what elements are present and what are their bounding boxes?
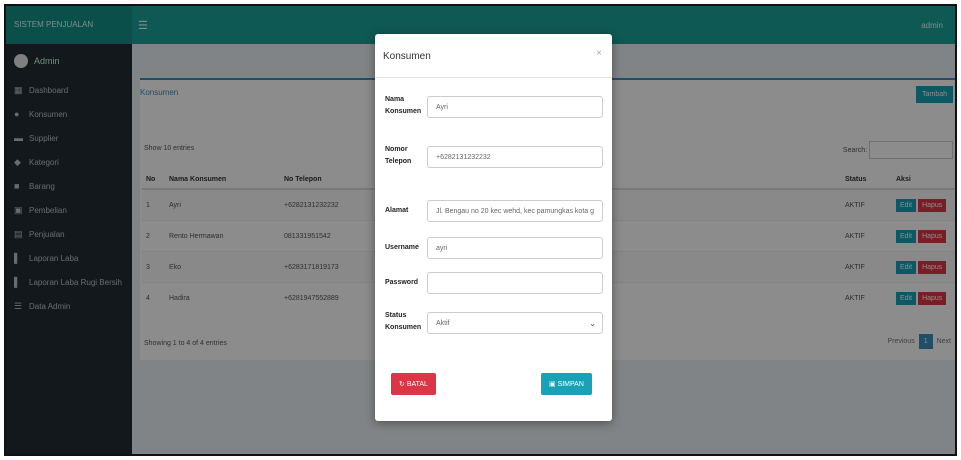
- chevron-down-icon: ⌄: [589, 319, 596, 328]
- status-konsumen-select[interactable]: Aktif ⌄: [427, 312, 603, 334]
- modal-title: Konsumen: [383, 51, 431, 62]
- password-input[interactable]: [427, 272, 603, 294]
- app-window: SISTEM PENJUALAN ☰ admin Admin ▦ Dashboar…: [4, 4, 957, 456]
- cancel-button[interactable]: ↻ BATAL: [391, 373, 436, 395]
- cancel-label: BATAL: [406, 381, 428, 388]
- konsumen-modal: Konsumen × Nama Konsumen Ayri Nomor Tele…: [375, 34, 612, 421]
- close-icon[interactable]: ×: [596, 48, 602, 59]
- nomor-telepon-input[interactable]: +6282131232232: [427, 146, 603, 168]
- cancel-icon: ↻: [399, 381, 407, 388]
- nama-konsumen-input[interactable]: Ayri: [427, 96, 603, 118]
- save-label: SIMPAN: [557, 381, 584, 388]
- modal-divider: [375, 77, 612, 78]
- field-label: Nama Konsumen: [385, 96, 422, 115]
- field-label: Status Konsumen: [385, 312, 422, 331]
- username-input[interactable]: ayri: [427, 237, 603, 259]
- field-label: Password: [385, 279, 419, 286]
- alamat-input[interactable]: Jl. Bengau no 20 kec wehd, kec pamungkas…: [427, 200, 603, 222]
- save-icon: ▣: [549, 381, 558, 388]
- field-label: Username: [385, 244, 419, 251]
- field-label: Nomor Telepon: [385, 146, 412, 165]
- field-label: Alamat: [385, 207, 409, 214]
- status-selected-value: Aktif: [436, 320, 450, 327]
- save-button[interactable]: ▣ SIMPAN: [541, 373, 592, 395]
